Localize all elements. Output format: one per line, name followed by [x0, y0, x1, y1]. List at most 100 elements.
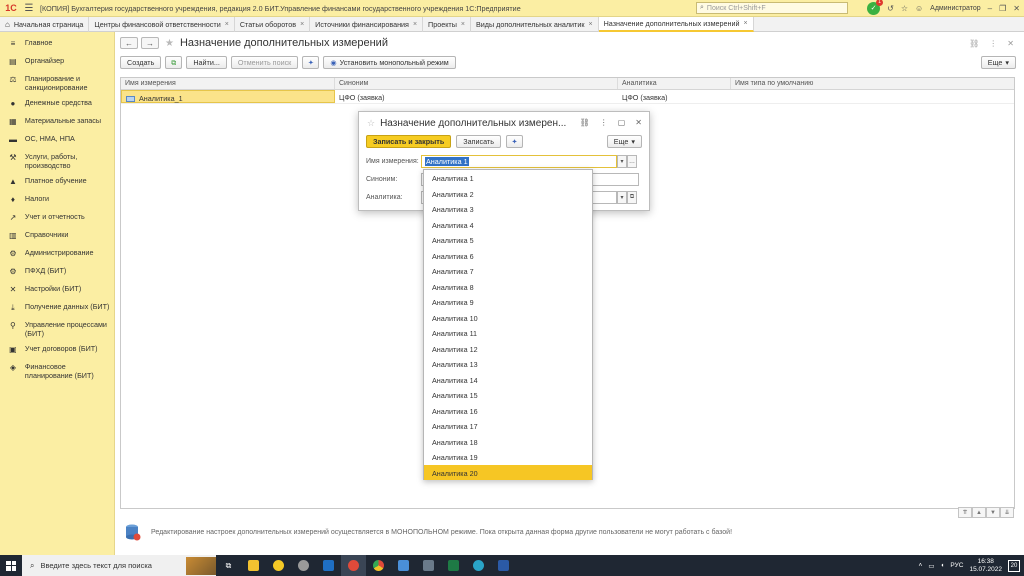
start-button[interactable]	[0, 555, 22, 576]
dropdown-item[interactable]: Аналитика 13	[424, 356, 592, 372]
dialog-more-button[interactable]: Еще ▾	[606, 135, 642, 148]
dropdown-button[interactable]: ▾	[617, 155, 627, 168]
open-button[interactable]: ⧉	[627, 191, 637, 204]
scroll-down-icon[interactable]: ▼	[986, 507, 1000, 518]
favorites-icon[interactable]: ☆	[901, 4, 908, 13]
monopoly-mode-button[interactable]: ◉ Установить монопольный режим	[323, 56, 456, 69]
tab-home[interactable]: ⌂ Начальная страница	[0, 17, 90, 32]
dimension-name-input[interactable]: Аналитика 1	[421, 155, 617, 168]
more-vert-icon[interactable]: ⋮	[600, 118, 608, 127]
1c-active-icon[interactable]	[341, 555, 366, 576]
scroll-top-icon[interactable]: ⇈	[958, 507, 972, 518]
cell-type-name[interactable]	[731, 90, 1014, 103]
dropdown-item[interactable]: Аналитика 5	[424, 232, 592, 248]
sidebar-item-catalogs[interactable]: ▥ Справочники	[0, 227, 114, 245]
word-icon[interactable]	[491, 555, 516, 576]
sidebar-item-main[interactable]: ≡ Главное	[0, 35, 114, 53]
cell-synonym[interactable]: ЦФО (заявка)	[335, 90, 618, 103]
copy-button[interactable]: ⧉	[165, 56, 183, 69]
dropdown-item[interactable]: Аналитика 19	[424, 449, 592, 465]
dropdown-item[interactable]: Аналитика 9	[424, 294, 592, 310]
link-icon[interactable]: ⛓	[580, 118, 590, 127]
notifications-icon[interactable]: ✓ 1	[867, 0, 884, 15]
main-menu-icon[interactable]: ☰	[22, 3, 36, 14]
sidebar-item-contracts[interactable]: ▣ Учет договоров (БИТ)	[0, 341, 114, 359]
language-indicator[interactable]: РУС	[950, 562, 963, 569]
sidebar-item-inventory[interactable]: ▦ Материальные запасы	[0, 113, 114, 131]
dropdown-item[interactable]: Аналитика 4	[424, 217, 592, 233]
column-header[interactable]: Имя типа по умолчанию	[731, 78, 1014, 89]
tab-dimensions[interactable]: Назначение дополнительных измерений ×	[598, 17, 754, 32]
close-icon[interactable]: ✕	[635, 118, 642, 127]
close-icon[interactable]: ×	[413, 21, 417, 28]
close-icon[interactable]: ×	[461, 21, 465, 28]
explorer-icon[interactable]	[241, 555, 266, 576]
chrome-icon[interactable]	[366, 555, 391, 576]
sidebar-item-money[interactable]: ● Денежные средства	[0, 95, 114, 113]
pin-button[interactable]: ✦	[302, 56, 320, 69]
dropdown-item[interactable]: Аналитика 3	[424, 201, 592, 217]
more-button[interactable]: Еще ▾	[980, 56, 1016, 69]
more-vert-icon[interactable]: ⋮	[989, 39, 997, 48]
volume-icon[interactable]: ◖	[940, 562, 944, 569]
network-icon[interactable]: ▭	[928, 562, 934, 570]
column-header[interactable]: Имя измерения	[121, 78, 335, 89]
excel-icon[interactable]	[441, 555, 466, 576]
tab-turnover-items[interactable]: Статьи оборотов ×	[235, 17, 311, 32]
tab-funding-sources[interactable]: Источники финансирования ×	[310, 17, 424, 32]
1c-app-icon[interactable]	[266, 555, 291, 576]
edge-icon[interactable]	[466, 555, 491, 576]
dropdown-item[interactable]: Аналитика 17	[424, 418, 592, 434]
close-icon[interactable]: ×	[589, 21, 593, 28]
close-icon[interactable]: ✕	[1013, 4, 1020, 13]
outlook-icon[interactable]	[316, 555, 341, 576]
save-button[interactable]: Записать	[456, 135, 501, 148]
cell-name[interactable]: Аналитика_1	[121, 90, 335, 103]
app-icon[interactable]	[391, 555, 416, 576]
cell-analytics[interactable]: ЦФО (заявка)	[618, 90, 731, 103]
forward-button[interactable]: →	[141, 37, 159, 49]
close-icon[interactable]: ×	[744, 20, 748, 27]
tab-projects[interactable]: Проекты ×	[423, 17, 471, 32]
chevron-up-icon[interactable]: ˄	[919, 562, 923, 569]
create-button[interactable]: Создать	[120, 56, 162, 69]
dropdown-item[interactable]: Аналитика 12	[424, 341, 592, 357]
sidebar-item-settings-bit[interactable]: ✕ Настройки (БИТ)	[0, 281, 114, 299]
sidebar-item-planning[interactable]: ⚖ Планирование и санкционирование	[0, 71, 114, 95]
sidebar-item-pfhd[interactable]: ⚙ ПФХД (БИТ)	[0, 263, 114, 281]
dropdown-item[interactable]: Аналитика 8	[424, 279, 592, 295]
back-button[interactable]: ←	[120, 37, 138, 49]
maximize-icon[interactable]: ▢	[618, 118, 626, 127]
close-icon[interactable]: ✕	[1007, 39, 1014, 48]
dropdown-item[interactable]: Аналитика 1	[424, 170, 592, 186]
sidebar-item-processes[interactable]: ⚲ Управление процессами (БИТ)	[0, 317, 114, 341]
scroll-bottom-icon[interactable]: ⇊	[1000, 507, 1014, 518]
dropdown-item[interactable]: Аналитика 18	[424, 434, 592, 450]
sidebar-item-data-import[interactable]: ⤓ Получение данных (БИТ)	[0, 299, 114, 317]
table-row[interactable]: Аналитика_1 ЦФО (заявка) ЦФО (заявка)	[121, 90, 1014, 104]
cancel-search-button[interactable]: Отменить поиск	[230, 56, 299, 69]
save-and-close-button[interactable]: Записать и закрыть	[366, 135, 452, 148]
sidebar-item-assets[interactable]: ▬ ОС, НМА, НПА	[0, 131, 114, 149]
sidebar-item-reports[interactable]: ↗ Учет и отчетность	[0, 209, 114, 227]
sidebar-item-finance[interactable]: ◈ Финансовое планирование (БИТ)	[0, 359, 114, 383]
taskbar-search-input[interactable]: ⌕ Введите здесь текст для поиска	[22, 555, 216, 576]
dropdown-item[interactable]: Аналитика 7	[424, 263, 592, 279]
dropdown-item[interactable]: Аналитика 6	[424, 248, 592, 264]
app-icon[interactable]	[416, 555, 441, 576]
column-header[interactable]: Синоним	[335, 78, 618, 89]
dropdown-item[interactable]: Аналитика 2	[424, 186, 592, 202]
select-button[interactable]: …	[627, 155, 637, 168]
favorite-star-icon[interactable]: ☆	[367, 118, 375, 129]
close-icon[interactable]: ×	[225, 21, 229, 28]
history-icon[interactable]: ↺	[887, 4, 894, 13]
sidebar-item-organizer[interactable]: ▤ Органайзер	[0, 53, 114, 71]
task-view-icon[interactable]: ⧉	[216, 555, 241, 576]
notification-center-icon[interactable]: 20	[1008, 559, 1020, 572]
dropdown-item[interactable]: Аналитика 11	[424, 325, 592, 341]
global-search-input[interactable]: ⌕ Поиск Ctrl+Shift+F	[696, 2, 848, 14]
column-header[interactable]: Аналитика	[618, 78, 731, 89]
dropdown-item[interactable]: Аналитика 10	[424, 310, 592, 326]
link-icon[interactable]: ⛓	[969, 39, 979, 48]
sidebar-item-education[interactable]: ▲ Платное обучение	[0, 173, 114, 191]
